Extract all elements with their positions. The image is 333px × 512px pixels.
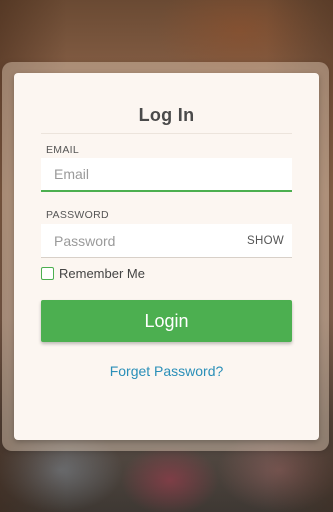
forgot-password-link[interactable]: Forget Password? [0,363,333,379]
remember-me-label[interactable]: Remember Me [59,266,145,281]
remember-me-row[interactable]: Remember Me [41,265,145,281]
login-button[interactable]: Login [41,300,292,342]
email-input[interactable] [41,158,292,190]
password-field-container: SHOW [41,224,292,258]
show-password-button[interactable]: SHOW [247,235,284,247]
login-title: Log In [138,105,195,125]
title-divider [41,133,292,134]
password-label: PASSWORD [46,209,109,221]
remember-me-checkbox[interactable] [41,266,54,280]
email-label: EMAIL [46,144,80,156]
email-field-container [41,158,292,192]
